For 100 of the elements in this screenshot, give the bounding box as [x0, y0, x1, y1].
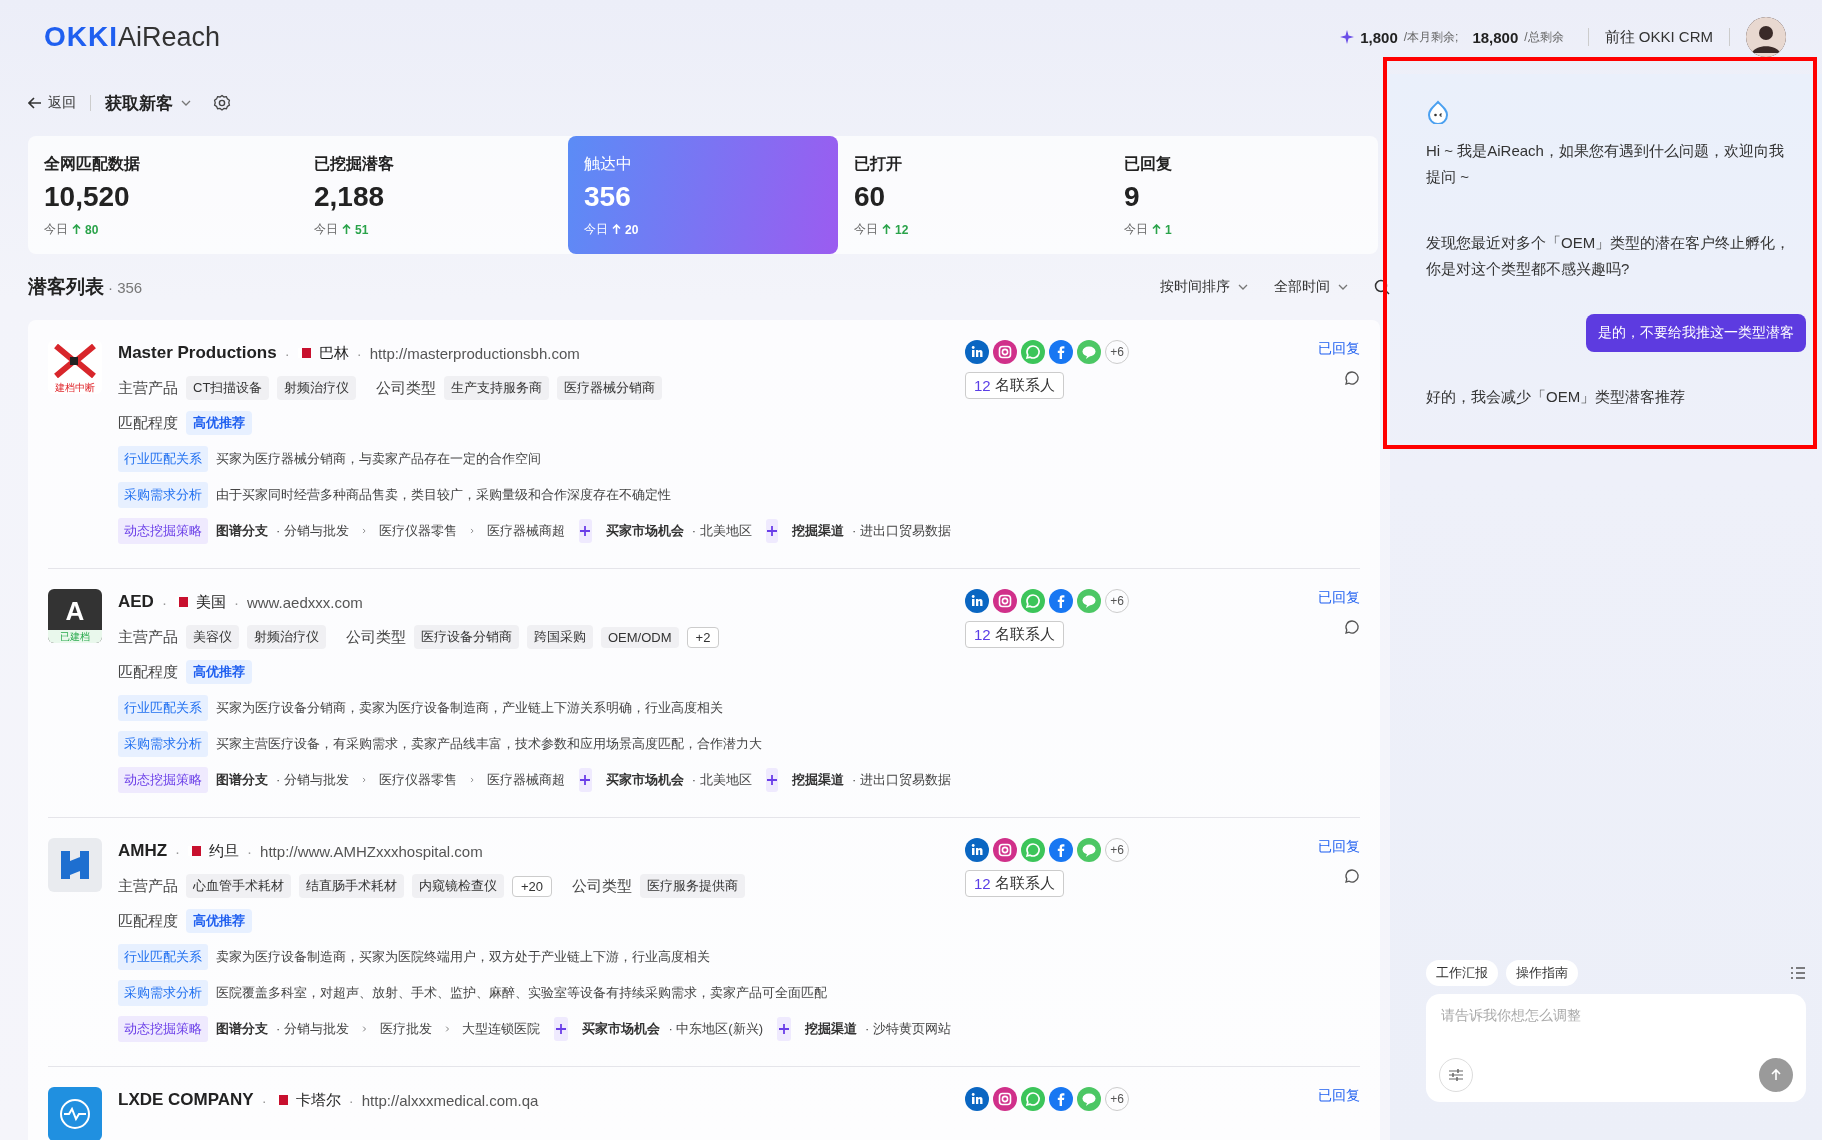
- quick-action-chip[interactable]: 操作指南: [1506, 960, 1578, 986]
- sort-dropdown[interactable]: 按时间排序: [1160, 278, 1248, 296]
- strategy-step: · 沙特黄页网站: [865, 1020, 951, 1038]
- chevron-icon: [470, 526, 475, 536]
- facebook-icon[interactable]: [1049, 340, 1073, 364]
- status-link[interactable]: 已回复: [1318, 589, 1360, 607]
- whatsapp-icon[interactable]: [1344, 370, 1360, 386]
- stat-card[interactable]: 触达中 356 今日 20: [568, 136, 838, 254]
- crm-link[interactable]: 前往 OKKI CRM: [1604, 27, 1713, 47]
- flag-icon: [188, 846, 202, 856]
- instagram-icon[interactable]: [993, 1087, 1017, 1111]
- more-tags-count[interactable]: +20: [512, 875, 553, 897]
- stat-card[interactable]: 已挖掘潜客 2,188 今日 51: [298, 136, 568, 254]
- stat-delta: 1: [1165, 222, 1172, 237]
- company-name[interactable]: AMHZ: [118, 841, 168, 861]
- website-link[interactable]: http://masterproductionsbh.com: [369, 344, 580, 362]
- contacts-button[interactable]: 12 名联系人: [965, 621, 1064, 648]
- category-tag: 射频治疗仪: [247, 625, 326, 649]
- linkedin-icon[interactable]: [965, 1087, 989, 1111]
- status-link[interactable]: 已回复: [1318, 340, 1360, 358]
- settings-icon[interactable]: [213, 94, 231, 112]
- stat-card[interactable]: 已回复 9 今日 1: [1108, 136, 1378, 254]
- website-link[interactable]: http://alxxxmedical.com.qa: [361, 1091, 539, 1109]
- linkedin-icon[interactable]: [965, 340, 989, 364]
- up-arrow-icon: [72, 224, 81, 235]
- separator-dot: ·: [175, 842, 181, 860]
- flag-icon: [274, 1095, 288, 1105]
- field-label: 匹配程度: [118, 662, 178, 682]
- facebook-icon[interactable]: [1049, 838, 1073, 862]
- insight-label: 行业匹配关系: [118, 944, 208, 970]
- country-name: 美国: [195, 592, 226, 612]
- strategy-step: · 分销与批发: [276, 1020, 349, 1038]
- strategy-step: 医疗器械商超: [487, 771, 566, 789]
- country-name: 约旦: [209, 841, 240, 861]
- up-arrow-icon: [612, 224, 621, 235]
- app-logo: OKKIAiReach: [44, 21, 221, 53]
- instagram-icon[interactable]: [993, 589, 1017, 613]
- strategy-step: · 进出口贸易数据: [852, 522, 951, 540]
- message-input[interactable]: 请告诉我你想怎么调整: [1439, 1006, 1743, 1024]
- search-icon[interactable]: [1374, 279, 1390, 295]
- chat-bubble-icon[interactable]: [1077, 1087, 1101, 1111]
- chevron-icon: [361, 775, 367, 785]
- linkedin-icon[interactable]: [965, 589, 989, 613]
- field-label: 公司类型: [346, 627, 406, 647]
- category-tag: CT扫描设备: [186, 376, 270, 400]
- whatsapp-icon[interactable]: [1344, 619, 1360, 635]
- strategy-step: 医疗仪器零售: [379, 771, 458, 789]
- field-label: 公司类型: [376, 378, 437, 398]
- mode-dropdown[interactable]: 获取新客: [105, 91, 191, 115]
- up-arrow-icon: [1152, 224, 1161, 235]
- list-count: · 356: [108, 278, 143, 296]
- linkedin-icon[interactable]: [965, 838, 989, 862]
- status-link[interactable]: 已回复: [1318, 838, 1360, 856]
- back-button[interactable]: 返回: [28, 94, 76, 112]
- time-dropdown[interactable]: 全部时间: [1274, 278, 1348, 296]
- contacts-button[interactable]: 12 名联系人: [965, 372, 1064, 399]
- today-label: 今日: [1124, 221, 1148, 238]
- list-icon[interactable]: [1790, 967, 1806, 979]
- stat-card[interactable]: 已打开 60 今日 12: [838, 136, 1108, 254]
- insight-label: 采购需求分析: [118, 731, 208, 757]
- credit-unit: /总剩余: [1524, 28, 1564, 46]
- strategy-title: 图谱分支: [216, 771, 268, 789]
- avatar-icon[interactable]: [1746, 17, 1786, 57]
- quick-action-chip[interactable]: 工作汇报: [1426, 960, 1498, 986]
- priority-tag: 高优推荐: [186, 660, 252, 684]
- chat-bubble-icon[interactable]: [1077, 340, 1101, 364]
- stat-label: 触达中: [584, 154, 633, 174]
- instagram-icon[interactable]: [993, 340, 1017, 364]
- company-name[interactable]: AED: [118, 592, 154, 612]
- insight-text: 买家主营医疗设备，有采购需求，卖家产品线丰富，技术参数和应用场景高度匹配，合作潜力大: [216, 735, 762, 753]
- status-link[interactable]: 已回复: [1318, 1087, 1360, 1105]
- more-tags-count[interactable]: +2: [686, 626, 720, 648]
- filter-button[interactable]: [1439, 1058, 1473, 1092]
- credit-value: 1,800: [1360, 28, 1398, 46]
- insight-label: 采购需求分析: [118, 980, 208, 1006]
- today-label: 今日: [314, 221, 338, 238]
- up-arrow-icon: [342, 224, 351, 235]
- facebook-icon[interactable]: [1049, 589, 1073, 613]
- strategy-step: · 北美地区: [691, 522, 752, 540]
- caret-icon: [1238, 284, 1248, 290]
- insight-text: 卖家为医疗设备制造商，买家为医院终端用户，双方处于产业链上下游，行业高度相关: [216, 948, 710, 966]
- company-name[interactable]: LXDE COMPANY: [118, 1090, 254, 1110]
- assistant-icon: [1426, 100, 1450, 124]
- website-link[interactable]: www.aedxxx.com: [246, 593, 363, 611]
- contacts-button[interactable]: 12 名联系人: [965, 870, 1064, 897]
- company-name[interactable]: Master Productions: [118, 343, 277, 363]
- strategy-title: 买家市场机会: [605, 522, 684, 540]
- flag-icon: [174, 597, 188, 607]
- chat-bubble-icon[interactable]: [1077, 589, 1101, 613]
- facebook-icon[interactable]: [1049, 1087, 1073, 1111]
- up-arrow-icon: [1769, 1068, 1783, 1082]
- send-button[interactable]: [1759, 1058, 1793, 1092]
- strategy-step: · 分销与批发: [276, 771, 349, 789]
- stat-card[interactable]: 全网匹配数据 10,520 今日 80: [28, 136, 298, 254]
- whatsapp-icon[interactable]: [1344, 868, 1360, 884]
- chat-bubble-icon[interactable]: [1077, 838, 1101, 862]
- priority-tag: 高优推荐: [186, 411, 252, 435]
- instagram-icon[interactable]: [993, 838, 1017, 862]
- website-link[interactable]: http://www.AMHZxxxhospital.com: [260, 842, 483, 860]
- sparkle-icon: [1340, 30, 1355, 44]
